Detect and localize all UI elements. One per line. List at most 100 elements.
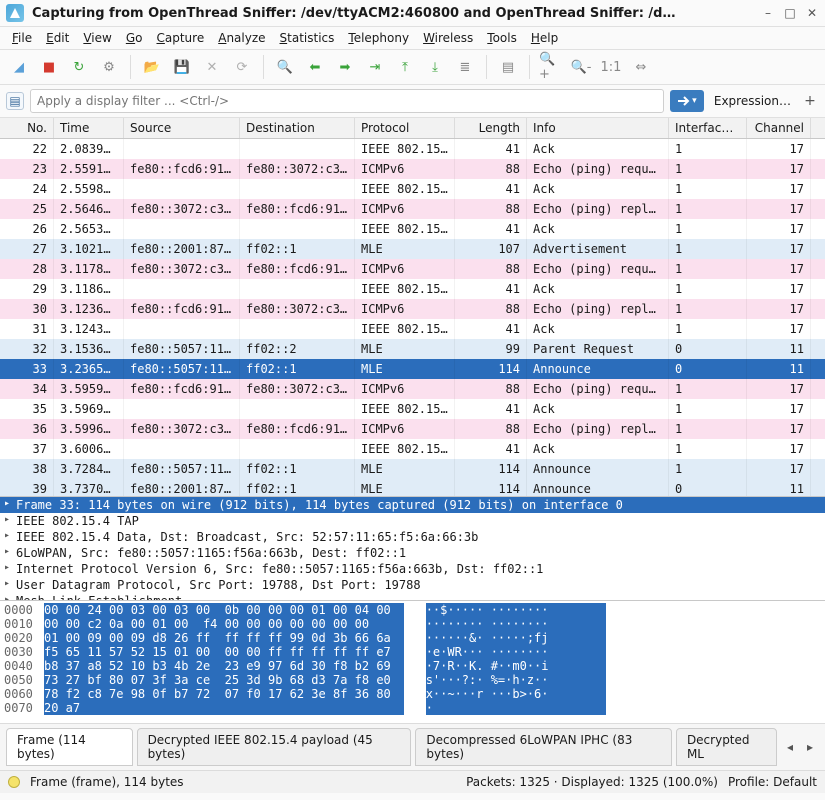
stop-icon[interactable]: ■ bbox=[36, 54, 62, 80]
packet-row[interactable]: 333.236526fe80::5057:116…ff02::1MLE114An… bbox=[0, 359, 825, 379]
detail-node[interactable]: User Datagram Protocol, Src Port: 19788,… bbox=[0, 577, 825, 593]
bytes-tab[interactable]: Frame (114 bytes) bbox=[6, 728, 133, 766]
filter-apply-button[interactable]: ▾ bbox=[670, 90, 704, 112]
hex-line[interactable]: 002001 00 09 00 09 d8 26 ff ff ff ff 99 … bbox=[4, 631, 821, 645]
colorize-icon[interactable]: ▤ bbox=[495, 54, 521, 80]
status-packets: Packets: 1325 · Displayed: 1325 (100.0%) bbox=[466, 775, 718, 789]
detail-node[interactable]: Frame 33: 114 bytes on wire (912 bits), … bbox=[0, 497, 825, 513]
add-filter-button[interactable]: + bbox=[801, 93, 819, 109]
close-button[interactable]: ✕ bbox=[805, 6, 819, 20]
reload-icon[interactable]: ⟳ bbox=[229, 54, 255, 80]
save-icon[interactable]: 💾 bbox=[169, 54, 195, 80]
bytes-tab[interactable]: Decrypted ML bbox=[676, 728, 777, 766]
packet-row[interactable]: 303.123627fe80::fcd6:917…fe80::3072:c3…I… bbox=[0, 299, 825, 319]
bytes-tabs: Frame (114 bytes)Decrypted IEEE 802.15.4… bbox=[0, 723, 825, 771]
resize-cols-icon[interactable]: ⇔ bbox=[628, 54, 654, 80]
tab-scroll-icon[interactable]: ▸ bbox=[801, 738, 819, 756]
packet-row[interactable]: 393.737099fe80::2001:877…ff02::1MLE114An… bbox=[0, 479, 825, 497]
column-header[interactable]: Length bbox=[455, 118, 527, 138]
menu-capture[interactable]: Capture bbox=[150, 29, 210, 47]
hex-line[interactable]: 006078 f2 c8 7e 98 0f b7 72 07 f0 17 62 … bbox=[4, 687, 821, 701]
first-icon[interactable]: ⤒ bbox=[392, 54, 418, 80]
column-header[interactable]: No. bbox=[0, 118, 54, 138]
menu-wireless[interactable]: Wireless bbox=[417, 29, 479, 47]
bytes-tab[interactable]: Decrypted IEEE 802.15.4 payload (45 byte… bbox=[137, 728, 412, 766]
menu-view[interactable]: View bbox=[77, 29, 117, 47]
detail-node[interactable]: 6LoWPAN, Src: fe80::5057:1165:f56a:663b,… bbox=[0, 545, 825, 561]
column-header[interactable]: Time bbox=[54, 118, 124, 138]
bytes-tab[interactable]: Decompressed 6LoWPAN IPHC (83 bytes) bbox=[415, 728, 672, 766]
column-header[interactable]: Destination bbox=[240, 118, 355, 138]
packet-row[interactable]: 293.118669IEEE 802.15.441Ack117 bbox=[0, 279, 825, 299]
packet-list-header: No.TimeSourceDestinationProtocolLengthIn… bbox=[0, 118, 825, 139]
detail-node[interactable]: IEEE 802.15.4 TAP bbox=[0, 513, 825, 529]
tab-scroll-icon[interactable]: ◂ bbox=[781, 738, 799, 756]
packet-row[interactable]: 273.102153fe80::2001:877…ff02::1MLE107Ad… bbox=[0, 239, 825, 259]
detail-node[interactable]: Mesh Link Establishment bbox=[0, 593, 825, 601]
zoom-reset-icon[interactable]: 1:1 bbox=[598, 54, 624, 80]
hex-line[interactable]: 007020 a7 · bbox=[4, 701, 821, 715]
packet-row[interactable]: 343.595939fe80::fcd6:917…fe80::3072:c3…I… bbox=[0, 379, 825, 399]
packet-row[interactable]: 232.559127fe80::fcd6:917…fe80::3072:c3…I… bbox=[0, 159, 825, 179]
packet-row[interactable]: 222.083907IEEE 802.15.441Ack117 bbox=[0, 139, 825, 159]
detail-node[interactable]: IEEE 802.15.4 Data, Dst: Broadcast, Src:… bbox=[0, 529, 825, 545]
display-filter-input[interactable] bbox=[30, 89, 664, 113]
restart-icon[interactable]: ↻ bbox=[66, 54, 92, 80]
expression-button[interactable]: Expression… bbox=[710, 92, 795, 110]
next-icon[interactable]: ➡ bbox=[332, 54, 358, 80]
packet-details[interactable]: Frame 33: 114 bytes on wire (912 bits), … bbox=[0, 497, 825, 601]
menu-bar: FileEditViewGoCaptureAnalyzeStatisticsTe… bbox=[0, 27, 825, 50]
packet-row[interactable]: 313.124387IEEE 802.15.441Ack117 bbox=[0, 319, 825, 339]
maximize-button[interactable]: □ bbox=[783, 6, 797, 20]
menu-statistics[interactable]: Statistics bbox=[274, 29, 341, 47]
column-header[interactable]: Protocol bbox=[355, 118, 455, 138]
packet-row[interactable]: 383.728451fe80::5057:116…ff02::1MLE114An… bbox=[0, 459, 825, 479]
menu-tools[interactable]: Tools bbox=[481, 29, 523, 47]
autoscroll-icon[interactable]: ≣ bbox=[452, 54, 478, 80]
minimize-button[interactable]: – bbox=[761, 6, 775, 20]
packet-row[interactable]: 323.153670fe80::5057:116…ff02::2MLE99Par… bbox=[0, 339, 825, 359]
packet-list[interactable]: 222.083907IEEE 802.15.441Ack117232.55912… bbox=[0, 139, 825, 497]
title-bar: Capturing from OpenThread Sniffer: /dev/… bbox=[0, 0, 825, 27]
packet-row[interactable]: 252.564627fe80::3072:c3a…fe80::fcd6:91…I… bbox=[0, 199, 825, 219]
shark-fin-icon[interactable]: ◢ bbox=[6, 54, 32, 80]
options-icon[interactable]: ⚙ bbox=[96, 54, 122, 80]
prev-icon[interactable]: ⬅ bbox=[302, 54, 328, 80]
column-header[interactable]: Info bbox=[527, 118, 669, 138]
menu-help[interactable]: Help bbox=[525, 29, 564, 47]
hex-line[interactable]: 0030f5 65 11 57 52 15 01 00 00 00 ff ff … bbox=[4, 645, 821, 659]
menu-file[interactable]: File bbox=[6, 29, 38, 47]
column-header[interactable]: Source bbox=[124, 118, 240, 138]
column-header[interactable]: Channel bbox=[747, 118, 811, 138]
packet-row[interactable]: 363.599689fe80::3072:c3a…fe80::fcd6:91…I… bbox=[0, 419, 825, 439]
main-toolbar: ◢■↻⚙ 📂💾✕⟳ 🔍⬅➡⇥⤒⤓≣ ▤ 🔍+🔍-1:1⇔ bbox=[0, 50, 825, 85]
menu-edit[interactable]: Edit bbox=[40, 29, 75, 47]
status-bar: Frame (frame), 114 bytes Packets: 1325 ·… bbox=[0, 771, 825, 793]
goto-icon[interactable]: ⇥ bbox=[362, 54, 388, 80]
column-header[interactable]: Interface ID bbox=[669, 118, 747, 138]
hex-line[interactable]: 001000 00 c2 0a 00 01 00 f4 00 00 00 00 … bbox=[4, 617, 821, 631]
menu-telephony[interactable]: Telephony bbox=[342, 29, 415, 47]
find-icon[interactable]: 🔍 bbox=[272, 54, 298, 80]
menu-analyze[interactable]: Analyze bbox=[212, 29, 271, 47]
hex-line[interactable]: 005073 27 bf 80 07 3f 3a ce 25 3d 9b 68 … bbox=[4, 673, 821, 687]
app-icon bbox=[6, 4, 24, 22]
last-icon[interactable]: ⤓ bbox=[422, 54, 448, 80]
packet-row[interactable]: 373.600667IEEE 802.15.441Ack117 bbox=[0, 439, 825, 459]
hex-line[interactable]: 000000 00 24 00 03 00 03 00 0b 00 00 00 … bbox=[4, 603, 821, 617]
open-icon[interactable]: 📂 bbox=[139, 54, 165, 80]
hex-line[interactable]: 0040b8 37 a8 52 10 b3 4b 2e 23 e9 97 6d … bbox=[4, 659, 821, 673]
zoom-in-icon[interactable]: 🔍+ bbox=[538, 54, 564, 80]
packet-bytes[interactable]: 000000 00 24 00 03 00 03 00 0b 00 00 00 … bbox=[0, 601, 825, 723]
menu-go[interactable]: Go bbox=[120, 29, 149, 47]
status-profile[interactable]: Profile: Default bbox=[728, 775, 817, 789]
close-icon[interactable]: ✕ bbox=[199, 54, 225, 80]
expert-info-icon[interactable] bbox=[8, 776, 20, 788]
packet-row[interactable]: 283.117856fe80::3072:c3a…fe80::fcd6:91…I… bbox=[0, 259, 825, 279]
packet-row[interactable]: 262.565374IEEE 802.15.441Ack117 bbox=[0, 219, 825, 239]
bookmark-icon[interactable]: ▤ bbox=[6, 92, 24, 110]
detail-node[interactable]: Internet Protocol Version 6, Src: fe80::… bbox=[0, 561, 825, 577]
zoom-out-icon[interactable]: 🔍- bbox=[568, 54, 594, 80]
packet-row[interactable]: 353.596956IEEE 802.15.441Ack117 bbox=[0, 399, 825, 419]
packet-row[interactable]: 242.559851IEEE 802.15.441Ack117 bbox=[0, 179, 825, 199]
